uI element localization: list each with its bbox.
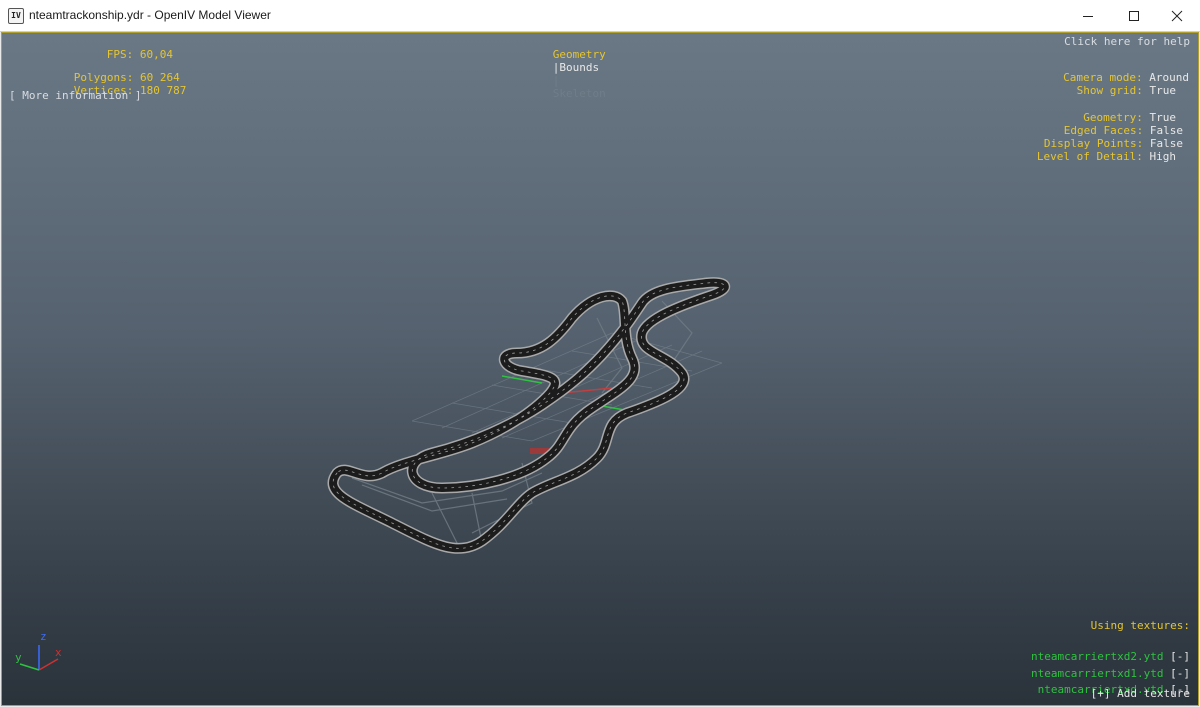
close-icon [1171, 10, 1183, 21]
title-bar[interactable]: IV nteamtrackonship.ydr - OpenIV Model V… [0, 0, 1200, 32]
x-axis-label: x [55, 646, 62, 659]
window-title: nteamtrackonship.ydr - OpenIV Model View… [29, 8, 271, 22]
show-grid-value: True [1149, 84, 1177, 97]
minimize-button[interactable] [1065, 0, 1111, 31]
add-texture-button[interactable]: [+] Add texture [1091, 687, 1190, 700]
show-grid-label: Show grid: [1076, 84, 1143, 97]
help-link[interactable]: Click here for help [1064, 35, 1190, 48]
mode-geometry[interactable]: Geometry [553, 48, 606, 61]
z-axis-label: z [40, 630, 47, 643]
level-of-detail-label: Level of Detail: [1036, 150, 1143, 163]
vertices-value: 180 787 [139, 84, 187, 97]
maximize-icon [1129, 10, 1139, 21]
mode-separator-2: | [552, 74, 560, 87]
mode-bounds[interactable]: Bounds [559, 61, 599, 74]
more-information-link[interactable]: [ More information ] [9, 89, 141, 102]
axis-gizmo [19, 645, 59, 671]
y-axis-label: y [15, 651, 22, 664]
app-window: IV nteamtrackonship.ydr - OpenIV Model V… [0, 0, 1200, 707]
y-axis-line [19, 663, 40, 671]
close-button[interactable] [1154, 0, 1200, 31]
maximize-button[interactable] [1111, 0, 1157, 31]
3d-viewport[interactable]: z x y FPS: 60,04 Polygons: 60 264 Vertic… [1, 32, 1199, 706]
textures-heading: Using textures: [1090, 619, 1190, 632]
mode-skeleton[interactable]: Skeleton [553, 87, 606, 100]
level-of-detail-value: High [1149, 150, 1177, 163]
race-track [327, 277, 730, 554]
minimize-icon [1083, 15, 1093, 17]
x-axis-line [38, 658, 59, 671]
openiv-app-icon: IV [8, 8, 24, 24]
render-mode-bar: Geometry |Bounds | Skeleton [513, 35, 606, 113]
level-of-detail-row[interactable]: Level of Detail: High [997, 137, 1176, 176]
